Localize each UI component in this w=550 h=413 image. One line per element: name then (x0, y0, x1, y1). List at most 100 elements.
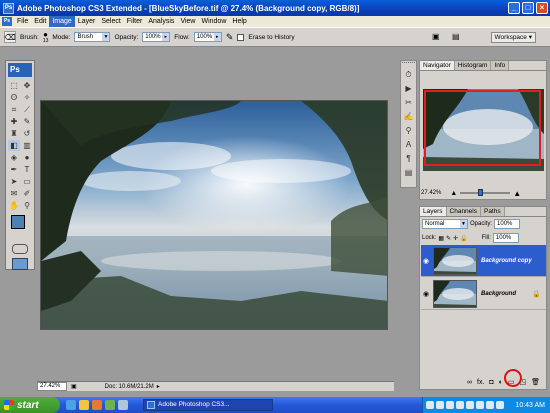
tab-histogram[interactable]: Histogram (454, 61, 492, 70)
magic-wand-tool-icon[interactable]: ✧ (21, 92, 33, 103)
menu-select[interactable]: Select (98, 16, 123, 27)
layer-style-icon[interactable]: fx. (477, 379, 484, 386)
layer-opacity-field[interactable]: 100% (494, 219, 521, 229)
gradient-tool-icon[interactable]: ▥ (21, 140, 33, 151)
dodge-tool-icon[interactable]: ● (21, 152, 33, 163)
brush-tool-icon[interactable]: ✎ (21, 116, 33, 127)
history-brush-tool-icon[interactable]: ↺ (21, 128, 33, 139)
move-tool-icon[interactable]: ✥ (21, 80, 33, 91)
desktop-quicklaunch-icon[interactable] (118, 400, 128, 410)
blur-tool-icon[interactable]: ◈ (8, 152, 20, 163)
tray-icon[interactable] (446, 401, 454, 409)
zoom-in-icon[interactable]: ▲ (513, 189, 521, 198)
opacity-field[interactable]: 100% ▸ (142, 32, 171, 42)
firefox-quicklaunch-icon[interactable] (92, 400, 102, 410)
document-canvas[interactable] (40, 100, 388, 330)
add-mask-icon[interactable]: ◘ (489, 379, 493, 386)
status-zoom-field[interactable]: 27.42% (37, 382, 67, 391)
app-quicklaunch-icon[interactable] (105, 400, 115, 410)
menu-view[interactable]: View (177, 16, 198, 27)
navigator-thumbnail[interactable] (423, 89, 544, 171)
type-tool-icon[interactable]: T (21, 164, 33, 175)
adjustment-layer-icon[interactable]: ◐ (499, 379, 503, 386)
navigator-zoom-slider[interactable] (460, 189, 511, 196)
tray-icon[interactable] (436, 401, 444, 409)
lock-transparent-icon[interactable]: ▦ (438, 235, 444, 242)
tray-icon[interactable] (476, 401, 484, 409)
zoom-tool-icon[interactable]: ⚲ (21, 200, 33, 211)
clone-stamp-tool-icon[interactable]: ♜ (8, 128, 20, 139)
zoom-slider-knob[interactable] (478, 189, 484, 196)
fill-field[interactable]: 100% (492, 233, 519, 243)
paragraph-panel-icon[interactable]: ¶ (402, 153, 415, 164)
maximize-button[interactable]: □ (522, 2, 534, 14)
brushes-panel-icon[interactable]: ✍ (402, 111, 415, 122)
brush-picker[interactable]: ● 13 (43, 30, 49, 44)
screen-mode-icon[interactable] (12, 258, 28, 270)
zoom-out-icon[interactable]: ▲ (450, 190, 457, 197)
menu-layer[interactable]: Layer (75, 16, 99, 27)
tab-navigator[interactable]: Navigator (420, 61, 455, 70)
menu-help[interactable]: Help (229, 16, 249, 27)
flow-field[interactable]: 100% ▸ (193, 32, 222, 42)
shape-tool-icon[interactable]: ▭ (21, 176, 33, 187)
healing-brush-tool-icon[interactable]: ✚ (8, 116, 20, 127)
layer-comps-panel-icon[interactable]: ▤ (402, 167, 415, 178)
lock-position-icon[interactable]: ✛ (453, 235, 458, 242)
palette-well-icon[interactable]: ▣ (432, 32, 440, 41)
quick-mask-icon[interactable] (12, 244, 28, 254)
minimize-button[interactable]: _ (508, 2, 520, 14)
foreground-color-swatch[interactable] (11, 215, 25, 229)
status-menu-arrow-icon[interactable]: ▸ (157, 383, 160, 390)
taskbar-photoshop-item[interactable]: Adobe Photoshop CS3... (143, 399, 273, 411)
color-swatches[interactable] (8, 215, 32, 241)
lock-all-icon[interactable]: 🔒 (460, 235, 467, 242)
menu-image[interactable]: Image (49, 16, 75, 27)
path-selection-tool-icon[interactable]: ➤ (8, 176, 20, 187)
lock-pixels-icon[interactable]: ✎ (446, 235, 451, 242)
tab-channels[interactable]: Channels (446, 207, 481, 216)
actions-panel-icon[interactable]: ▶ (402, 83, 415, 94)
delete-layer-icon[interactable]: 🗑 (531, 378, 540, 386)
erase-history-checkbox[interactable] (237, 33, 245, 41)
panel-grip-icon[interactable] (402, 62, 415, 66)
layer-row-background[interactable]: ◉ Background 🔒 (421, 278, 546, 310)
navigator-zoom[interactable]: 27.42% (421, 190, 441, 196)
start-button[interactable]: start (0, 397, 60, 413)
menu-file[interactable]: File (14, 16, 31, 27)
status-info-icon[interactable]: ▣ (71, 383, 77, 390)
tray-icon[interactable] (456, 401, 464, 409)
close-button[interactable]: × (536, 2, 548, 14)
mode-dropdown[interactable]: Brush ▼ (74, 32, 111, 42)
link-layers-icon[interactable]: ∞ (467, 379, 472, 386)
folder-quicklaunch-icon[interactable] (79, 400, 89, 410)
ie-quicklaunch-icon[interactable] (66, 400, 76, 410)
menu-analysis[interactable]: Analysis (145, 16, 177, 27)
eyedropper-tool-icon[interactable]: ✐ (21, 188, 33, 199)
workspace-menu[interactable]: Workspace ▾ (490, 32, 536, 43)
layer-row-background-copy[interactable]: ◉ Background copy (421, 245, 546, 277)
eraser-tool-icon[interactable]: ◧ (8, 140, 20, 151)
marquee-tool-icon[interactable]: ⬚ (8, 80, 20, 91)
brushes-palette-icon[interactable]: ▤ (452, 32, 460, 41)
tray-icon[interactable] (496, 401, 504, 409)
pen-tool-icon[interactable]: ✒ (8, 164, 20, 175)
navigator-view-box[interactable] (424, 90, 541, 166)
eraser-tool-preset-icon[interactable]: ⌫ (4, 31, 16, 43)
blend-mode-dropdown[interactable]: Normal ▼ (422, 219, 468, 229)
hand-tool-icon[interactable]: ✋ (8, 200, 20, 211)
character-panel-icon[interactable]: A (402, 139, 415, 150)
tab-info[interactable]: Info (491, 61, 510, 70)
tray-icon[interactable] (486, 401, 494, 409)
eye-icon[interactable]: ◉ (421, 290, 431, 298)
tool-presets-panel-icon[interactable]: ✂ (402, 97, 415, 108)
eye-icon[interactable]: ◉ (421, 257, 431, 265)
notes-tool-icon[interactable]: ✉ (8, 188, 20, 199)
menu-edit[interactable]: Edit (31, 16, 49, 27)
document-icon[interactable]: Ps (2, 17, 12, 26)
tab-paths[interactable]: Paths (480, 207, 505, 216)
menu-window[interactable]: Window (198, 16, 229, 27)
lasso-tool-icon[interactable]: ʘ (8, 92, 20, 103)
menu-filter[interactable]: Filter (124, 16, 146, 27)
crop-tool-icon[interactable]: ⌗ (8, 104, 20, 115)
